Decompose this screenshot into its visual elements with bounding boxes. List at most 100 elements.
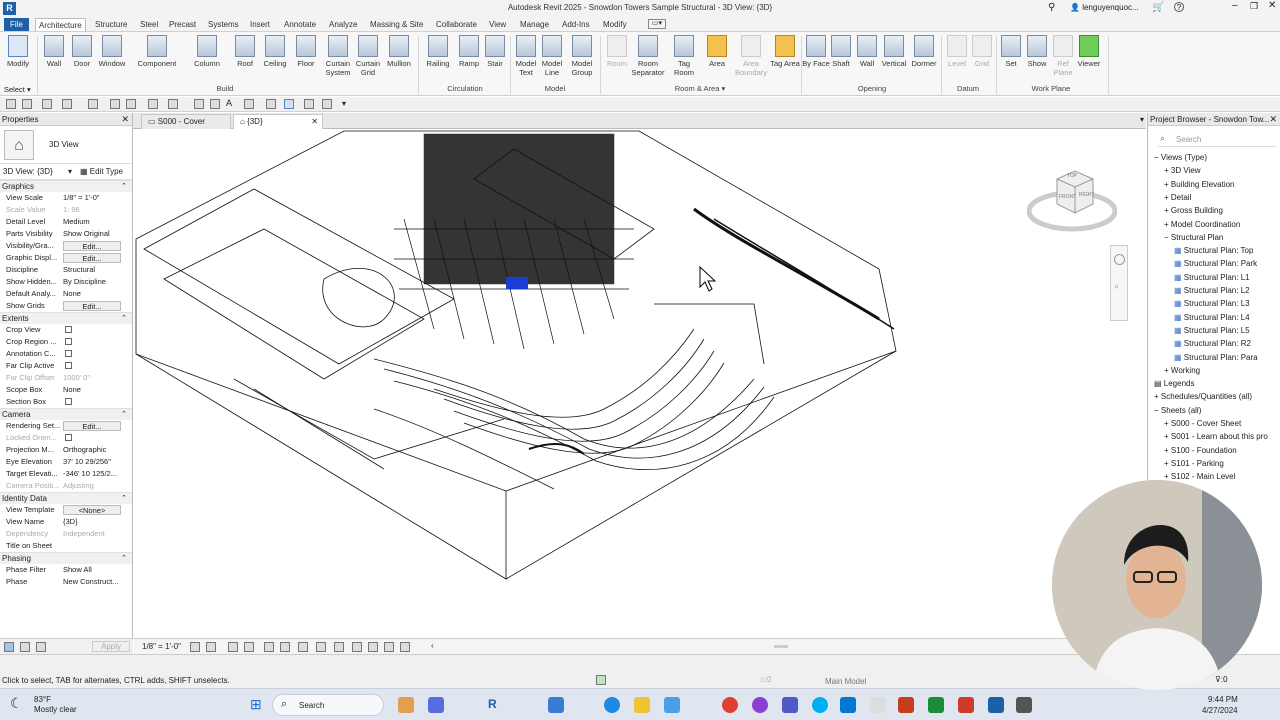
property-edit-button[interactable]: Edit... xyxy=(63,301,121,311)
property-value[interactable]: Edit... xyxy=(63,252,131,264)
property-checkbox[interactable] xyxy=(65,398,72,405)
browser-item[interactable]: + Working xyxy=(1164,366,1200,375)
expand-icon[interactable]: + xyxy=(1164,419,1171,428)
collapse-icon[interactable]: − xyxy=(1154,406,1161,415)
powerpoint-icon[interactable] xyxy=(898,697,914,713)
tab-file[interactable]: File xyxy=(4,18,29,31)
tab-view[interactable]: View xyxy=(486,18,509,31)
windows-start-icon[interactable]: ⊞ xyxy=(250,696,262,713)
property-checkbox[interactable] xyxy=(65,350,72,357)
cart-icon[interactable]: 🛒 xyxy=(1152,2,1164,13)
property-value[interactable]: 37' 10 29/256" xyxy=(63,456,131,468)
property-value[interactable]: Orthographic xyxy=(63,444,131,456)
browser-item[interactable]: ▦ Structural Plan: L3 xyxy=(1174,299,1250,308)
vertical-button[interactable]: Vertical xyxy=(878,34,910,68)
search-input[interactable]: Search xyxy=(1176,135,1201,144)
properties-help-icon[interactable] xyxy=(4,642,14,652)
property-edit-button[interactable]: Edit... xyxy=(63,253,121,263)
tab-3d-view[interactable]: ⌂ {3D} ✕ xyxy=(233,114,323,129)
lock-3d-icon[interactable] xyxy=(298,642,308,652)
text-icon[interactable] xyxy=(194,99,204,109)
browser-item[interactable]: ▦ Structural Plan: Top xyxy=(1174,246,1253,255)
close-tab-icon[interactable]: ✕ xyxy=(311,115,318,129)
browser-item[interactable]: ▦ Structural Plan: R2 xyxy=(1174,339,1251,348)
browser-item[interactable]: + S101 - Parking xyxy=(1164,459,1224,468)
close-icon[interactable]: ✕ xyxy=(1269,113,1277,126)
room-separator-button[interactable]: Room Separator xyxy=(630,34,666,77)
switch-windows-icon[interactable] xyxy=(322,99,332,109)
view-scale[interactable]: 1/8" = 1'-0" xyxy=(142,642,181,651)
weather-icon[interactable]: ☾ xyxy=(10,695,23,712)
outlook-icon[interactable] xyxy=(840,697,856,713)
expand-icon[interactable]: + xyxy=(1164,180,1171,189)
property-value[interactable]: None xyxy=(63,288,131,300)
skype-icon[interactable] xyxy=(812,697,828,713)
display-constraints-icon[interactable] xyxy=(400,642,410,652)
acrobat-icon[interactable] xyxy=(958,697,974,713)
viewer-button[interactable]: Viewer xyxy=(1073,34,1105,68)
zoom-icon[interactable]: ⌕ xyxy=(1114,281,1125,292)
redo-icon[interactable] xyxy=(88,99,98,109)
tab-steel[interactable]: Steel xyxy=(137,18,161,31)
property-checkbox[interactable] xyxy=(65,326,72,333)
property-value[interactable]: New Construct... xyxy=(63,576,131,588)
analytical-model-icon[interactable] xyxy=(368,642,378,652)
properties-section[interactable]: Graphics ⌃ xyxy=(0,180,132,192)
property-value[interactable]: Show All xyxy=(63,564,131,576)
revit-taskbar-icon[interactable]: R xyxy=(488,697,497,711)
browser-item[interactable]: + S102 - Main Level xyxy=(1164,472,1235,481)
edge-icon[interactable] xyxy=(604,697,620,713)
notepad-icon[interactable] xyxy=(870,697,886,713)
tab-structure[interactable]: Structure xyxy=(92,18,130,31)
print-icon[interactable] xyxy=(110,99,120,109)
tag-icon[interactable] xyxy=(168,99,178,109)
viewcube[interactable]: TOP FRONT RIGHT xyxy=(1026,169,1118,234)
tag-area-button[interactable]: Tag Area xyxy=(769,34,801,68)
tab-architecture[interactable]: Architecture xyxy=(35,18,86,31)
model-line-button[interactable]: Model Line xyxy=(536,34,568,77)
undo-icon[interactable] xyxy=(62,99,72,109)
browser-item[interactable]: ▦ Structural Plan: Para xyxy=(1174,353,1258,362)
close-window-button[interactable]: ✕ xyxy=(1268,0,1276,11)
steering-wheel-icon[interactable] xyxy=(1114,254,1125,265)
property-edit-button[interactable]: Edit... xyxy=(63,421,121,431)
detail-line-icon[interactable] xyxy=(210,99,220,109)
browser-item[interactable]: + Model Coordination xyxy=(1164,220,1240,229)
collapse-icon[interactable]: − xyxy=(1164,233,1171,242)
properties-section[interactable]: Camera ⌃ xyxy=(0,408,132,420)
property-value[interactable]: Edit... xyxy=(63,240,131,252)
property-value[interactable]: {3D} xyxy=(63,516,131,528)
detail-level-icon[interactable] xyxy=(190,642,200,652)
browser-item[interactable]: + S100 - Foundation xyxy=(1164,446,1237,455)
browser-item[interactable]: − Views (Type) xyxy=(1154,153,1207,162)
expand-icon[interactable]: + xyxy=(1164,193,1171,202)
drawing-area[interactable]: TOP FRONT RIGHT ⌕ xyxy=(134,129,1146,638)
open-icon[interactable] xyxy=(6,99,16,109)
tab-manage[interactable]: Manage xyxy=(517,18,552,31)
restore-button[interactable]: ❐ xyxy=(1250,1,1258,12)
teams-icon[interactable] xyxy=(548,697,564,713)
property-value[interactable]: Edit... xyxy=(63,420,131,432)
copilot-icon[interactable] xyxy=(398,697,414,713)
save-icon[interactable] xyxy=(22,99,32,109)
area-boundary-button[interactable]: Area Boundary xyxy=(733,34,769,77)
thin-lines-icon[interactable] xyxy=(284,99,294,109)
door-button[interactable]: Door xyxy=(66,34,98,68)
ceiling-button[interactable]: Ceiling xyxy=(259,34,291,68)
tag-room-button[interactable]: Tag Room xyxy=(668,34,700,77)
show-crop-icon[interactable] xyxy=(280,642,290,652)
minimize-button[interactable]: – xyxy=(1232,0,1238,11)
worksharing-icon[interactable] xyxy=(352,642,362,652)
tab-insert[interactable]: Insert xyxy=(247,18,273,31)
sort-icon[interactable] xyxy=(20,642,30,652)
browser-item[interactable]: ▦ Structural Plan: L2 xyxy=(1174,286,1250,295)
visual-style-icon[interactable] xyxy=(206,642,216,652)
green-app-icon[interactable] xyxy=(928,697,944,713)
expand-icon[interactable]: + xyxy=(1164,366,1171,375)
help-icon[interactable]: ? xyxy=(1174,2,1184,12)
sync-icon[interactable] xyxy=(42,99,52,109)
tab-analyze[interactable]: Analyze xyxy=(326,18,360,31)
browser-item[interactable]: + Detail xyxy=(1164,193,1191,202)
tab-cover-sheet[interactable]: ▭ S000 - Cover Sheet xyxy=(141,114,231,140)
browser-item[interactable]: + S001 - Learn about this pro xyxy=(1164,432,1268,441)
